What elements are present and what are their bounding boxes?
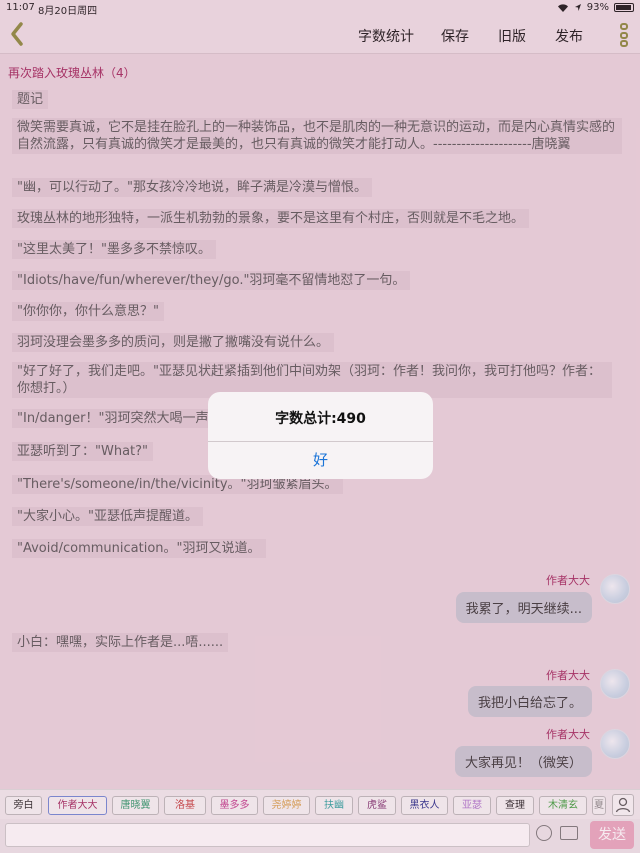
word-count-alert: 字数总计:490 好	[208, 392, 433, 479]
alert-ok-button[interactable]: 好	[208, 442, 433, 479]
alert-message: 字数总计:490	[275, 411, 366, 427]
